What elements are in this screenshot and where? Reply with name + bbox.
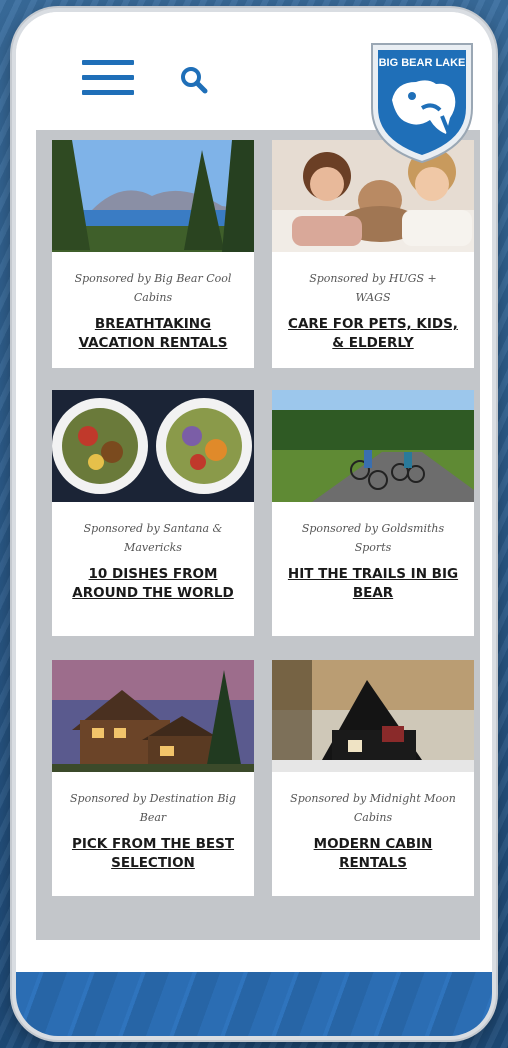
big-bear-lake-logo[interactable]: BIG BEAR LAKE [366,38,478,166]
card-image-lodge [52,660,254,772]
logo-text: BIG BEAR LAKE [379,57,466,69]
card-title-link[interactable]: MODERN CABIN RENTALS [272,827,474,873]
article-card[interactable]: Sponsored by Goldsmiths Sports HIT THE T… [272,390,474,636]
card-image-food [52,390,254,502]
article-card[interactable]: Sponsored by Destination Big Bear PICK F… [52,660,254,896]
card-image-cabin [272,660,474,772]
card-sponsor: Sponsored by Destination Big Bear [70,792,236,824]
card-title-link[interactable]: HIT THE TRAILS IN BIG BEAR [272,557,474,603]
card-title-link[interactable]: CARE FOR PETS, KIDS, & ELDERLY [272,307,474,353]
card-sponsor: Sponsored by Midnight Moon Cabins [290,792,456,824]
article-card[interactable]: Sponsored by HUGS + WAGS CARE FOR PETS, … [272,140,474,368]
article-grid: Sponsored by Big Bear Cool Cabins BREATH… [36,130,480,940]
search-icon[interactable] [178,64,210,96]
card-sponsor: Sponsored by Goldsmiths Sports [301,522,445,554]
phone-frame: BIG BEAR LAKE Sponsored by Big Bear Cool… [12,8,496,1040]
card-title-link[interactable]: PICK FROM THE BEST SELECTION [52,827,254,873]
card-sponsor: Sponsored by HUGS + WAGS [309,272,437,304]
footer-wood-band [16,972,492,1036]
card-sponsor: Sponsored by Santana & Mavericks [83,522,223,554]
hamburger-icon[interactable] [82,60,134,100]
card-image-bikers [272,390,474,502]
article-card[interactable]: Sponsored by Santana & Mavericks 10 DISH… [52,390,254,636]
article-card[interactable]: Sponsored by Big Bear Cool Cabins BREATH… [52,140,254,368]
article-card[interactable]: Sponsored by Midnight Moon Cabins MODERN… [272,660,474,896]
card-image-lake [52,140,254,252]
card-title-link[interactable]: BREATHTAKING VACATION RENTALS [52,307,254,353]
card-title-link[interactable]: 10 DISHES FROM AROUND THE WORLD [52,557,254,603]
card-sponsor: Sponsored by Big Bear Cool Cabins [74,272,232,304]
